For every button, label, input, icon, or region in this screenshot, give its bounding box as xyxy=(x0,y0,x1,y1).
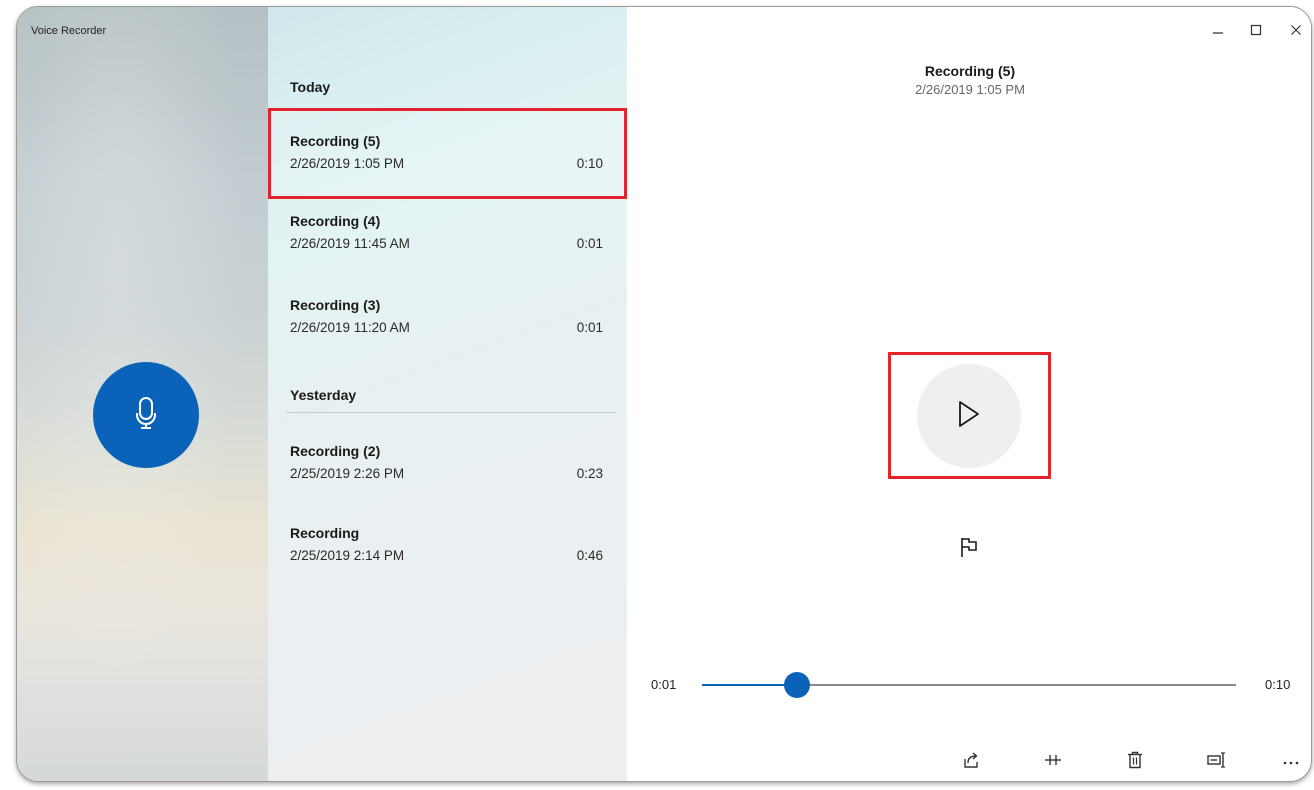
recording-name: Recording (5) xyxy=(290,133,381,149)
recording-name: Recording xyxy=(290,525,360,541)
group-divider xyxy=(286,412,616,413)
recording-duration: 0:10 xyxy=(576,156,603,171)
play-icon xyxy=(957,400,981,433)
trim-button[interactable] xyxy=(1040,749,1066,775)
trim-icon xyxy=(1044,751,1062,774)
more-button[interactable] xyxy=(1278,749,1304,775)
total-time: 0:10 xyxy=(1265,677,1291,692)
seek-bar-progress xyxy=(702,684,797,686)
maximize-button[interactable] xyxy=(1239,17,1273,47)
recording-date: 2/25/2019 2:26 PM xyxy=(290,466,405,481)
current-time: 0:01 xyxy=(651,677,677,692)
play-button[interactable] xyxy=(917,364,1021,468)
flag-icon xyxy=(959,536,979,563)
recording-date: 2/26/2019 11:20 AM xyxy=(290,320,410,335)
share-icon xyxy=(962,751,980,774)
delete-button[interactable] xyxy=(1122,749,1148,775)
app-window: Voice Recorder Today Recording (5) 2/26/… xyxy=(16,6,1312,782)
recording-date: 2/26/2019 1:05 PM xyxy=(915,82,1025,97)
group-label-today: Today xyxy=(290,79,331,95)
recording-duration: 0:01 xyxy=(576,236,603,251)
recording-date: 2/26/2019 1:05 PM xyxy=(290,156,405,171)
record-button[interactable] xyxy=(93,362,199,468)
list-item-recording-5[interactable]: Recording (5) 2/26/2019 1:05 PM 0:10 xyxy=(268,108,627,199)
list-item-recording-4[interactable]: Recording (4) 2/26/2019 11:45 AM 0:01 xyxy=(268,203,627,275)
recording-name: Recording (3) xyxy=(290,297,381,313)
app-title: Voice Recorder xyxy=(31,25,107,37)
recording-date: 2/26/2019 11:45 AM xyxy=(290,236,410,251)
add-marker-button[interactable] xyxy=(957,537,981,561)
close-button[interactable] xyxy=(1279,17,1311,47)
recording-name: Recording (4) xyxy=(290,213,381,229)
minimize-button[interactable] xyxy=(1201,17,1235,47)
share-button[interactable] xyxy=(958,749,984,775)
maximize-icon xyxy=(1250,23,1262,41)
delete-icon xyxy=(1127,751,1143,774)
microphone-icon xyxy=(135,396,157,435)
recording-title: Recording (5) xyxy=(924,63,1016,79)
seek-thumb[interactable] xyxy=(783,672,810,698)
recordings-list: Today Recording (5) 2/26/2019 1:05 PM 0:… xyxy=(268,7,627,781)
list-item-recording-3[interactable]: Recording (3) 2/26/2019 11:20 AM 0:01 xyxy=(268,287,627,359)
player-pane: Recording (5) 2/26/2019 1:05 PM 0:01 0:1… xyxy=(627,7,1311,781)
group-label-yesterday: Yesterday xyxy=(290,387,357,403)
recording-duration: 0:23 xyxy=(576,466,603,481)
close-icon xyxy=(1290,23,1302,41)
recording-duration: 0:01 xyxy=(576,320,603,335)
list-item-recording-2[interactable]: Recording (2) 2/25/2019 2:26 PM 0:23 xyxy=(268,433,627,505)
more-icon xyxy=(1282,753,1300,771)
recording-date: 2/25/2019 2:14 PM xyxy=(290,548,405,563)
minimize-icon xyxy=(1212,23,1224,41)
seek-bar[interactable] xyxy=(702,672,1236,698)
recording-name: Recording (2) xyxy=(290,443,381,459)
left-pane: Voice Recorder xyxy=(17,7,268,781)
recording-duration: 0:46 xyxy=(576,548,603,563)
list-item-recording[interactable]: Recording 2/25/2019 2:14 PM 0:46 xyxy=(268,515,627,587)
rename-button[interactable] xyxy=(1204,749,1230,775)
rename-icon xyxy=(1207,751,1227,773)
